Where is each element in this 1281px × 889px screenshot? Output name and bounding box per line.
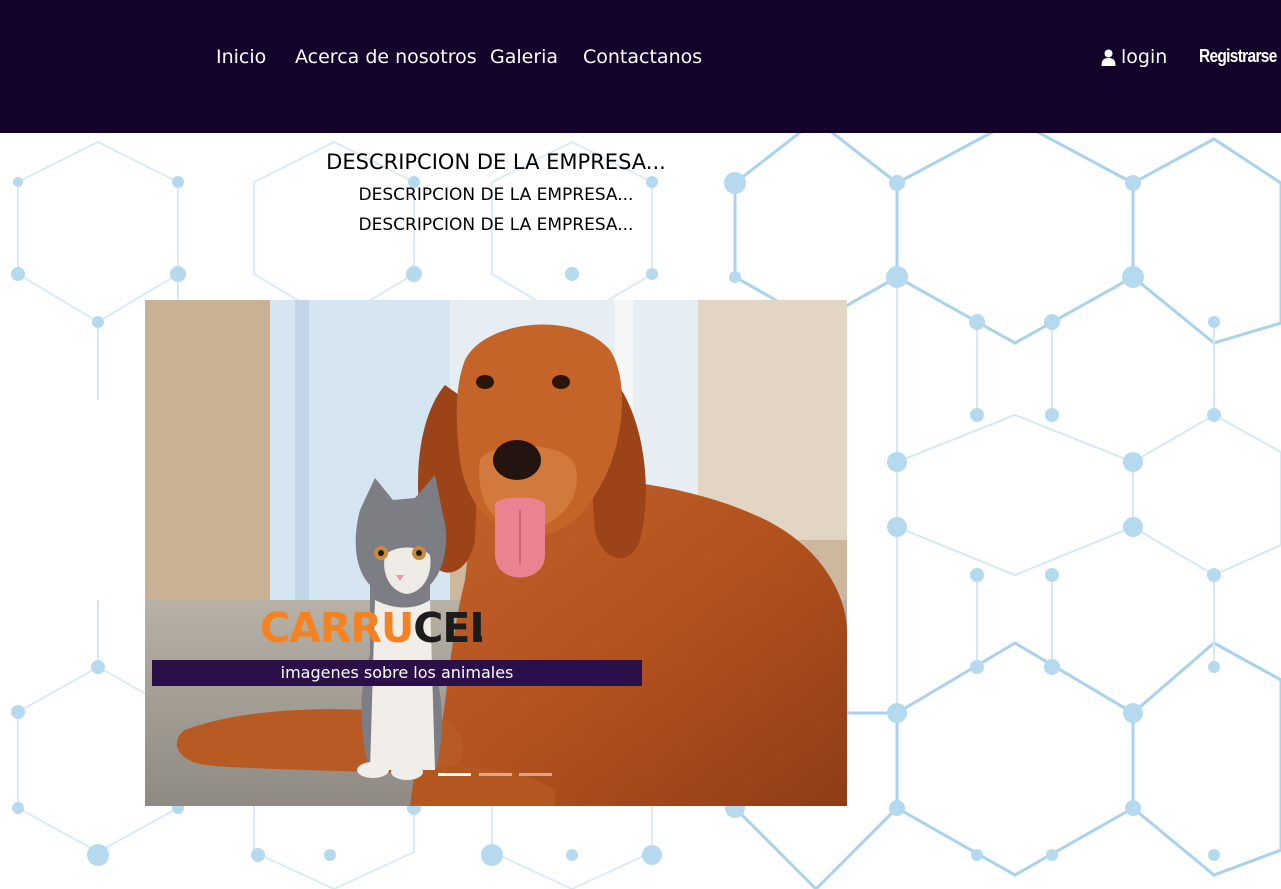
- login-link[interactable]: login: [1101, 46, 1167, 68]
- carousel-indicator-2[interactable]: [479, 773, 512, 776]
- nav-link-galeria[interactable]: Galeria: [490, 46, 558, 68]
- carousel-caption-subtitle: imagenes sobre los animales: [152, 660, 642, 686]
- golden-retriever-and-kitten-photo: [145, 300, 847, 806]
- user-icon: [1101, 49, 1116, 66]
- company-description-heading: DESCRIPCION DE LA EMPRESA...: [326, 150, 666, 174]
- carousel-caption-title: CARRUCEL: [260, 600, 482, 656]
- caption-title-dark: CEL: [413, 604, 482, 652]
- top-navbar: Inicio Acerca de nosotros Galeria Contac…: [0, 0, 1281, 133]
- nav-link-acerca[interactable]: Acerca de nosotros: [295, 46, 477, 68]
- login-label: login: [1121, 46, 1168, 68]
- carousel-indicator-1[interactable]: [438, 773, 471, 776]
- caption-title-orange: CARRU: [260, 604, 414, 652]
- carousel-indicator-3[interactable]: [519, 773, 552, 776]
- company-description-line: DESCRIPCION DE LA EMPRESA...: [358, 185, 634, 205]
- nav-link-contactanos[interactable]: Contactanos: [583, 46, 702, 68]
- image-carousel[interactable]: CARRUCEL imagenes sobre los animales: [145, 300, 847, 806]
- register-link[interactable]: Registrarse: [1199, 46, 1277, 67]
- nav-link-inicio[interactable]: Inicio: [216, 46, 266, 68]
- company-description-line: DESCRIPCION DE LA EMPRESA...: [358, 215, 634, 235]
